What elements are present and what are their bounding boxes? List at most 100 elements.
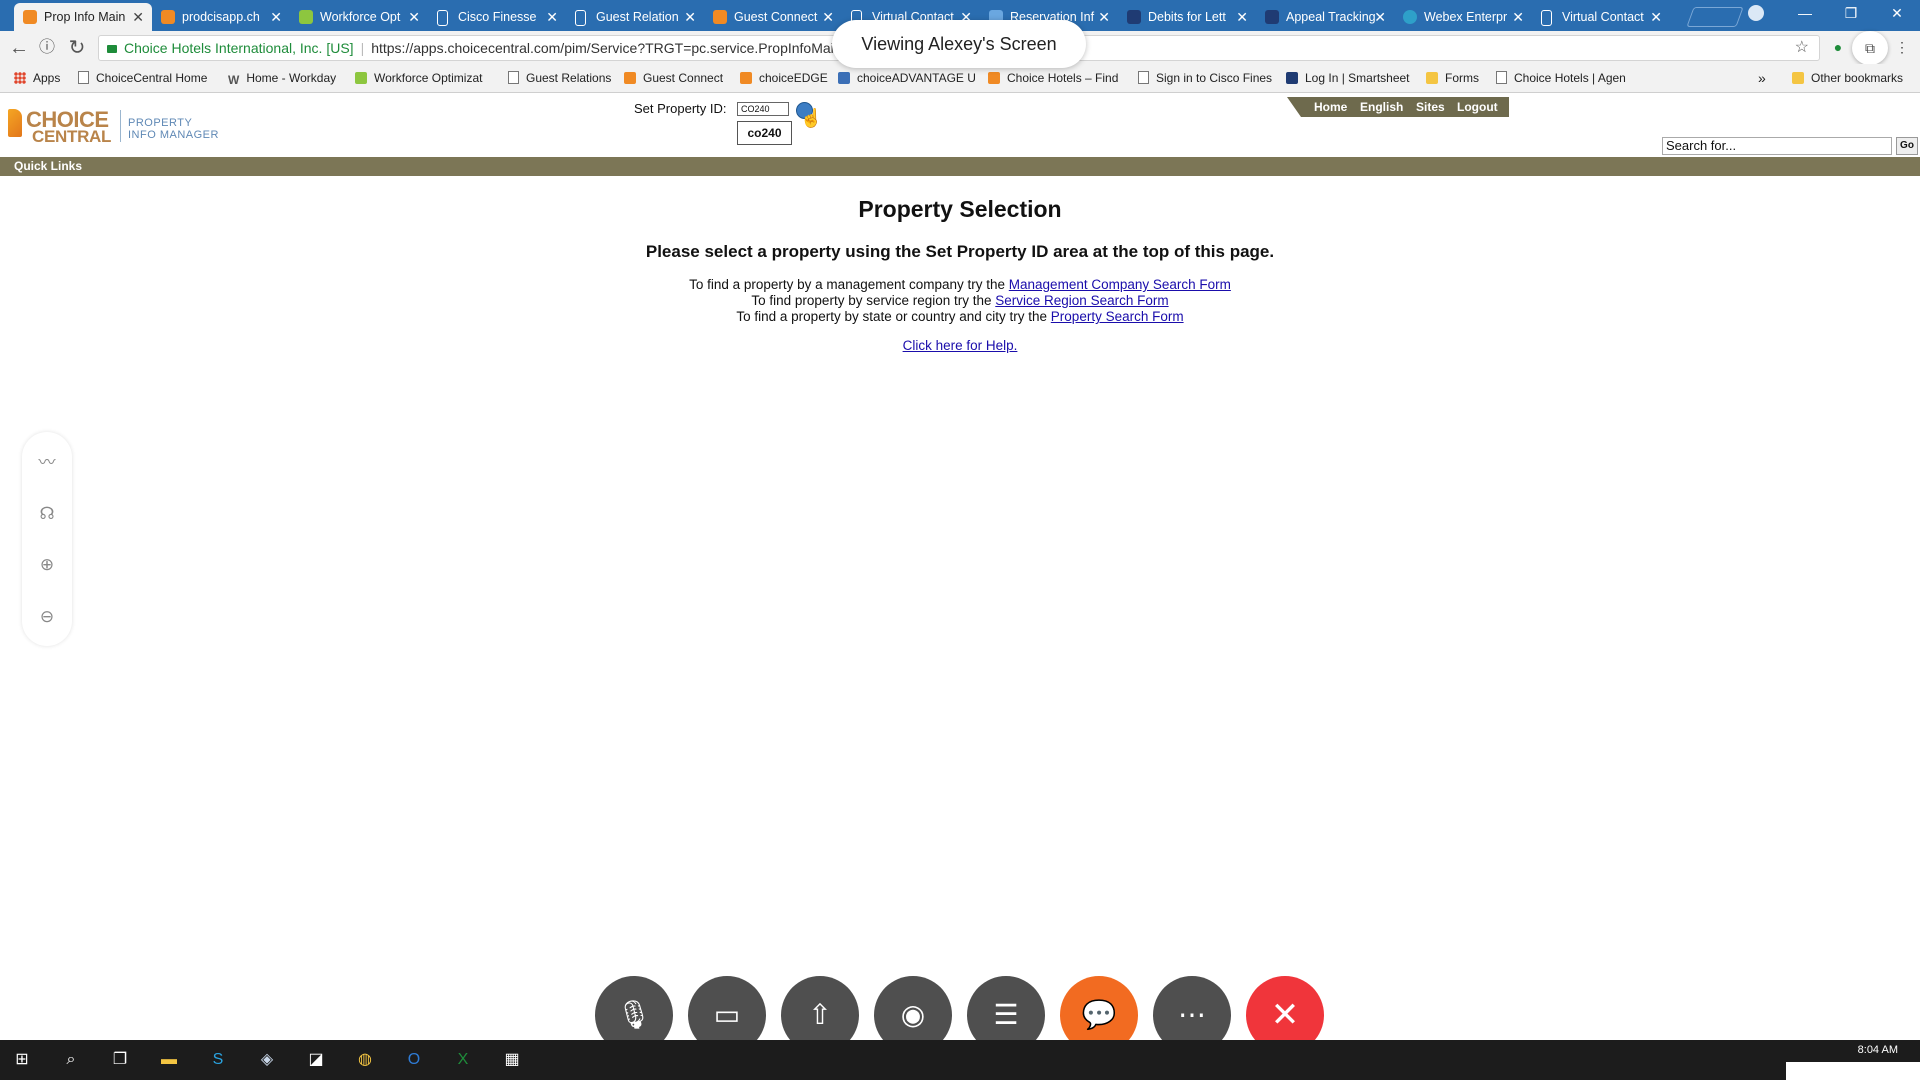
bookmark-other[interactable]: Other bookmarks	[1792, 64, 1903, 92]
task-view-icon[interactable]: ❐	[106, 1046, 134, 1074]
bookmark-choicecentral[interactable]: ChoiceCentral Home	[78, 64, 207, 92]
zoom-in-icon[interactable]: ⊕	[22, 550, 72, 580]
restore-icon[interactable]: ❐	[1828, 0, 1874, 28]
close-tab-icon[interactable]: ✕	[684, 3, 696, 31]
management-company-search-link[interactable]: Management Company Search Form	[1009, 277, 1231, 292]
autocomplete-suggestion[interactable]: co240	[737, 121, 792, 145]
minimize-icon[interactable]: —	[1782, 0, 1828, 28]
remote-control-icon[interactable]: ☊	[22, 499, 72, 529]
hand-cursor-icon: ☝	[800, 108, 823, 128]
skype-icon[interactable]: S	[204, 1046, 232, 1074]
site-search-input[interactable]: Search for...	[1662, 137, 1892, 155]
bookmark-smartsheet[interactable]: Log In | Smartsheet	[1286, 64, 1410, 92]
close-tab-icon[interactable]: ✕	[546, 3, 558, 31]
logo-sub1: PROPERTY	[128, 117, 193, 129]
bookmark-choiceedge[interactable]: choiceEDGE	[740, 64, 828, 92]
page-icon	[1541, 10, 1552, 26]
reload-icon[interactable]: ↻	[64, 35, 90, 61]
tab-label: Guest Connect	[734, 10, 818, 24]
tab-appeal-tracking[interactable]: Appeal Tracking ✕	[1256, 3, 1394, 31]
bookmark-choiceadvantage[interactable]: choiceADVANTAGE U	[838, 64, 976, 92]
top-nav: Home English Sites Logout	[1287, 97, 1509, 117]
bookmark-choice-find[interactable]: Choice Hotels – Find	[988, 64, 1118, 92]
find-line-management: To find a property by a management compa…	[0, 277, 1920, 292]
tab-label: Workforce Opt	[320, 10, 401, 24]
close-tab-icon[interactable]: ✕	[408, 3, 420, 31]
new-tab-button[interactable]	[1686, 7, 1744, 27]
bookmarks-overflow-icon[interactable]: »	[1758, 64, 1766, 92]
bookmark-label: Home - Workday	[246, 71, 337, 85]
tab-virtual-contact-2[interactable]: Virtual Contact ✕	[1532, 3, 1670, 31]
tab-cisco-finesse[interactable]: Cisco Finesse ✕	[428, 3, 566, 31]
extension-icon[interactable]: ●	[1828, 37, 1848, 57]
url-text: https://apps.choicecentral.com/pim/Servi…	[371, 40, 842, 56]
info-icon[interactable]: ⓘ	[34, 35, 60, 61]
calculator-icon[interactable]: ▦	[498, 1046, 526, 1074]
bookmark-forms[interactable]: Forms	[1426, 64, 1479, 92]
nav-sites[interactable]: Sites	[1416, 97, 1445, 117]
chrome-icon[interactable]: ◍	[351, 1046, 379, 1074]
menu-icon[interactable]: ⋮	[1892, 37, 1912, 57]
service-region-search-link[interactable]: Service Region Search Form	[995, 293, 1168, 308]
bookmark-guest-relations[interactable]: Guest Relations	[508, 64, 611, 92]
bookmark-cisco-finesse[interactable]: Sign in to Cisco Fines	[1138, 64, 1272, 92]
tab-prop-info-main[interactable]: Prop Info Main ✕	[14, 3, 152, 31]
sticky-notes-icon[interactable]: ◪	[302, 1046, 330, 1074]
property-search-link[interactable]: Property Search Form	[1051, 309, 1184, 324]
nav-logout[interactable]: Logout	[1457, 97, 1498, 117]
close-window-icon[interactable]: ✕	[1874, 0, 1920, 28]
annotate-icon[interactable]: 〰	[22, 448, 72, 478]
bookmark-choice-agent[interactable]: Choice Hotels | Agen	[1496, 64, 1626, 92]
tab-debits[interactable]: Debits for Lett ✕	[1118, 3, 1256, 31]
tab-label: Debits for Lett	[1148, 10, 1226, 24]
property-id-input[interactable]: CO240	[737, 102, 789, 116]
tab-webex[interactable]: Webex Enterpr ✕	[1394, 3, 1532, 31]
tab-prodcisapp[interactable]: prodcisapp.ch ✕	[152, 3, 290, 31]
bookmark-workday[interactable]: W Home - Workday	[228, 64, 336, 92]
tab-label: Webex Enterpr	[1424, 10, 1508, 24]
zoom-out-icon[interactable]: ⊖	[22, 602, 72, 632]
close-tab-icon[interactable]: ✕	[132, 3, 144, 31]
search-icon[interactable]: ⌕	[57, 1046, 85, 1074]
help-line: Click here for Help.	[0, 338, 1920, 353]
bookmark-label: Choice Hotels – Find	[1007, 71, 1119, 85]
tab-label: prodcisapp.ch	[182, 10, 260, 24]
profile-icon[interactable]	[1748, 5, 1764, 21]
file-explorer-icon[interactable]: ▬	[155, 1046, 183, 1074]
logo-sub2: INFO MANAGER	[128, 129, 219, 141]
webex-side-toolbar: 〰 ☊ ⊕ ⊖	[22, 432, 72, 646]
help-link[interactable]: Click here for Help.	[903, 338, 1018, 353]
bookmark-guest-connect[interactable]: Guest Connect	[624, 64, 723, 92]
excel-icon[interactable]: X	[449, 1046, 477, 1074]
close-tab-icon[interactable]: ✕	[1512, 3, 1524, 31]
close-tab-icon[interactable]: ✕	[270, 3, 282, 31]
tab-workforce[interactable]: Workforce Opt ✕	[290, 3, 428, 31]
webex-share-icon[interactable]: ⧉	[1852, 31, 1888, 65]
close-tab-icon[interactable]: ✕	[1374, 3, 1386, 31]
outlook-icon[interactable]: O	[400, 1046, 428, 1074]
quick-links[interactable]: Quick Links	[14, 157, 82, 176]
close-tab-icon[interactable]: ✕	[1236, 3, 1248, 31]
page-icon	[508, 71, 519, 84]
nav-home[interactable]: Home	[1314, 97, 1347, 117]
bookmark-apps[interactable]: Apps	[14, 64, 60, 92]
close-tab-icon[interactable]: ✕	[822, 3, 834, 31]
quick-links-bar: Quick Links	[0, 157, 1920, 176]
page-icon	[78, 71, 89, 84]
back-icon[interactable]: ←	[6, 35, 32, 61]
close-tab-icon[interactable]: ✕	[1650, 3, 1662, 31]
tab-guest-relations[interactable]: Guest Relation ✕	[566, 3, 704, 31]
nav-english[interactable]: English	[1360, 97, 1403, 117]
search-go-button[interactable]: Go	[1896, 137, 1918, 155]
bookmark-label: Forms	[1445, 71, 1479, 85]
line-prefix: To find a property by a management compa…	[689, 277, 1009, 292]
tab-guest-connect[interactable]: Guest Connect ✕	[704, 3, 842, 31]
bookmark-star-icon[interactable]: ☆	[1795, 36, 1809, 60]
taskbar-clock[interactable]: 8:04 AM	[1858, 1044, 1898, 1056]
close-tab-icon[interactable]: ✕	[1098, 3, 1110, 31]
windows-start-icon[interactable]: ⊞	[8, 1046, 36, 1074]
bookmark-workforce[interactable]: Workforce Optimizat	[355, 64, 482, 92]
apps-grid-icon	[14, 72, 26, 84]
app-icon[interactable]: ◈	[253, 1046, 281, 1074]
bookmark-label: Workforce Optimizat	[374, 71, 483, 85]
